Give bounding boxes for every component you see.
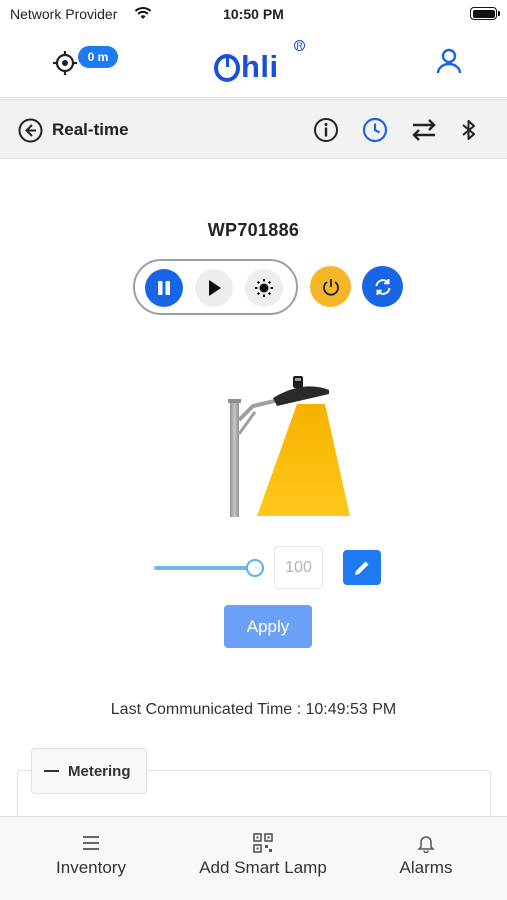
- info-icon[interactable]: [313, 117, 339, 143]
- back-button[interactable]: [18, 118, 43, 143]
- dimming-slider[interactable]: [154, 558, 266, 578]
- status-time: 10:50 PM: [223, 6, 284, 22]
- qr-code-icon: [253, 833, 273, 853]
- slider-thumb[interactable]: [246, 559, 264, 577]
- play-button[interactable]: [195, 269, 233, 307]
- bell-icon: [417, 836, 435, 853]
- nav-add-smart-lamp-label: Add Smart Lamp: [199, 858, 327, 877]
- gps-accuracy-badge: 0 m: [78, 46, 118, 68]
- logo-o-mark: [214, 54, 240, 82]
- bottom-nav: Inventory Add Smart Lamp Alarms: [0, 816, 507, 900]
- sync-icon: [375, 278, 390, 295]
- page-title: Real-time: [52, 120, 129, 139]
- nav-inventory[interactable]: Inventory: [38, 817, 144, 900]
- app-header: 0 m hli R: [0, 28, 507, 98]
- power-icon: [322, 278, 339, 296]
- status-bar: Network Provider 10:50 PM: [0, 0, 507, 28]
- registered-mark: R: [294, 40, 305, 51]
- nav-alarms-label: Alarms: [399, 858, 453, 877]
- power-button[interactable]: [310, 266, 351, 307]
- sub-toolbar: Real-time: [0, 99, 507, 159]
- pause-button[interactable]: [145, 269, 183, 307]
- dimming-value-input[interactable]: 100: [274, 546, 323, 589]
- sync-button[interactable]: [362, 266, 403, 307]
- nav-inventory-label: Inventory: [56, 858, 126, 877]
- device-id: WP701886: [207, 220, 300, 240]
- battery-icon: [470, 7, 500, 20]
- metering-toggle[interactable]: Metering: [31, 748, 147, 794]
- metering-label: Metering: [68, 762, 131, 780]
- ohli-logo: hli R: [214, 40, 305, 84]
- user-profile-icon[interactable]: [434, 46, 464, 76]
- play-icon: [209, 280, 221, 296]
- collapse-icon: [44, 770, 59, 772]
- lamp-control-group: [133, 259, 298, 315]
- nav-add-smart-lamp[interactable]: Add Smart Lamp: [183, 817, 343, 900]
- nav-alarms[interactable]: Alarms: [380, 817, 472, 900]
- brightness-icon: [255, 279, 273, 297]
- clock-icon[interactable]: [362, 117, 388, 143]
- locate-icon[interactable]: [52, 50, 78, 76]
- edit-button[interactable]: [343, 550, 381, 585]
- menu-icon: [83, 836, 99, 850]
- brightness-button[interactable]: [245, 269, 283, 307]
- pencil-icon: [355, 561, 369, 575]
- street-lamp-illustration: [228, 376, 350, 517]
- logo-text: hli: [241, 49, 279, 84]
- pause-icon: [158, 281, 170, 295]
- last-communicated-time: Last Communicated Time : 10:49:53 PM: [110, 701, 397, 718]
- transfer-icon[interactable]: [411, 117, 437, 143]
- bluetooth-icon[interactable]: [456, 117, 482, 143]
- slider-track: [154, 566, 254, 570]
- apply-button[interactable]: Apply: [224, 605, 312, 648]
